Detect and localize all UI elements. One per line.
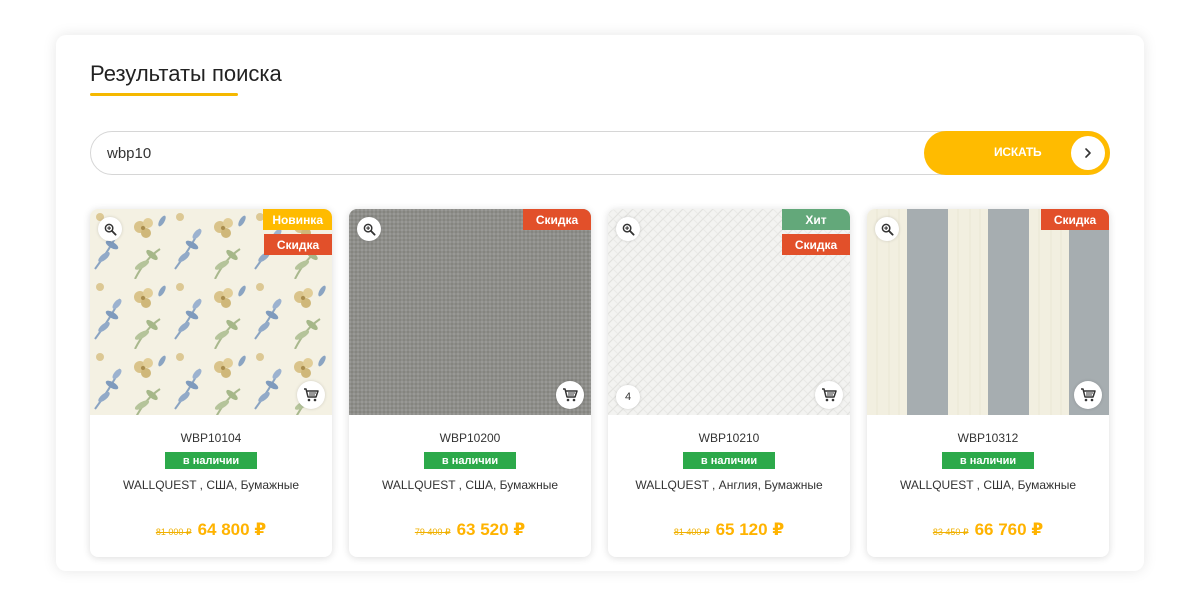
badge-hit: Хит (782, 209, 850, 230)
image-count-badge[interactable]: 4 (616, 385, 640, 409)
badge-sale: Скидка (523, 209, 591, 230)
stock-badge: в наличии (683, 452, 775, 469)
zoom-in-icon[interactable] (357, 217, 381, 241)
current-price: 63 520 ₽ (456, 520, 526, 539)
product-image[interactable]: Скидка (349, 209, 591, 415)
zoom-in-icon[interactable] (98, 217, 122, 241)
old-price: 81 000 ₽ (155, 527, 192, 537)
badge-new: Новинка (263, 209, 332, 230)
current-price: 64 800 ₽ (197, 520, 267, 539)
zoom-in-icon[interactable] (875, 217, 899, 241)
title-underline (90, 93, 238, 96)
product-card[interactable]: Новинка Скидка WBP10104 в наличии WALLQU… (90, 209, 332, 557)
product-card[interactable]: Скидка WBP10312 в наличии WALLQUEST , СШ… (867, 209, 1109, 557)
stock-badge: в наличии (424, 452, 516, 469)
price-row: 83 450 ₽ 66 760 ₽ (867, 520, 1109, 540)
price-row: 79 400 ₽ 63 520 ₽ (349, 520, 591, 540)
old-price: 83 450 ₽ (932, 527, 969, 537)
product-badges: Скидка (523, 209, 591, 230)
price-row: 81 000 ₽ 64 800 ₽ (90, 520, 332, 540)
old-price: 81 400 ₽ (673, 527, 710, 537)
current-price: 65 120 ₽ (715, 520, 785, 539)
search-button[interactable]: ИСКАТЬ (924, 131, 1110, 175)
product-badges: Хит Скидка (782, 209, 850, 255)
product-sku[interactable]: WBP10312 (867, 431, 1109, 445)
product-description: WALLQUEST , США, Бумажные (899, 478, 1077, 492)
product-image[interactable]: Новинка Скидка (90, 209, 332, 415)
product-sku[interactable]: WBP10200 (349, 431, 591, 445)
current-price: 66 760 ₽ (974, 520, 1044, 539)
stock-badge: в наличии (165, 452, 257, 469)
search-button-label: ИСКАТЬ (994, 145, 1042, 159)
stock-badge: в наличии (942, 452, 1034, 469)
zoom-in-icon[interactable] (616, 217, 640, 241)
old-price: 79 400 ₽ (414, 527, 451, 537)
badge-sale: Скидка (1041, 209, 1109, 230)
product-image[interactable]: Скидка (867, 209, 1109, 415)
product-sku[interactable]: WBP10104 (90, 431, 332, 445)
product-description: WALLQUEST , США, Бумажные (122, 478, 300, 492)
badge-sale: Скидка (782, 234, 850, 255)
price-row: 81 400 ₽ 65 120 ₽ (608, 520, 850, 540)
search-results-panel: Результаты поиска ИСКАТЬ (56, 35, 1144, 571)
product-badges: Скидка (1041, 209, 1109, 230)
page-title: Результаты поиска (90, 61, 282, 86)
product-sku[interactable]: WBP10210 (608, 431, 850, 445)
product-description: WALLQUEST , США, Бумажные (381, 478, 559, 492)
product-card[interactable]: Скидка WBP10200 в наличии WALLQUEST , СШ… (349, 209, 591, 557)
product-image[interactable]: Хит Скидка 4 (608, 209, 850, 415)
cart-icon[interactable] (297, 381, 325, 409)
product-description: WALLQUEST , Англия, Бумажные (635, 478, 823, 492)
cart-icon[interactable] (815, 381, 843, 409)
cart-icon[interactable] (1074, 381, 1102, 409)
search-input[interactable] (107, 132, 907, 174)
badge-sale: Скидка (264, 234, 332, 255)
cart-icon[interactable] (556, 381, 584, 409)
product-badges: Новинка Скидка (263, 209, 332, 255)
chevron-right-icon (1071, 136, 1105, 170)
product-card[interactable]: Хит Скидка 4 WBP10210 в наличии WALLQUES… (608, 209, 850, 557)
search-bar: ИСКАТЬ (90, 131, 1110, 175)
